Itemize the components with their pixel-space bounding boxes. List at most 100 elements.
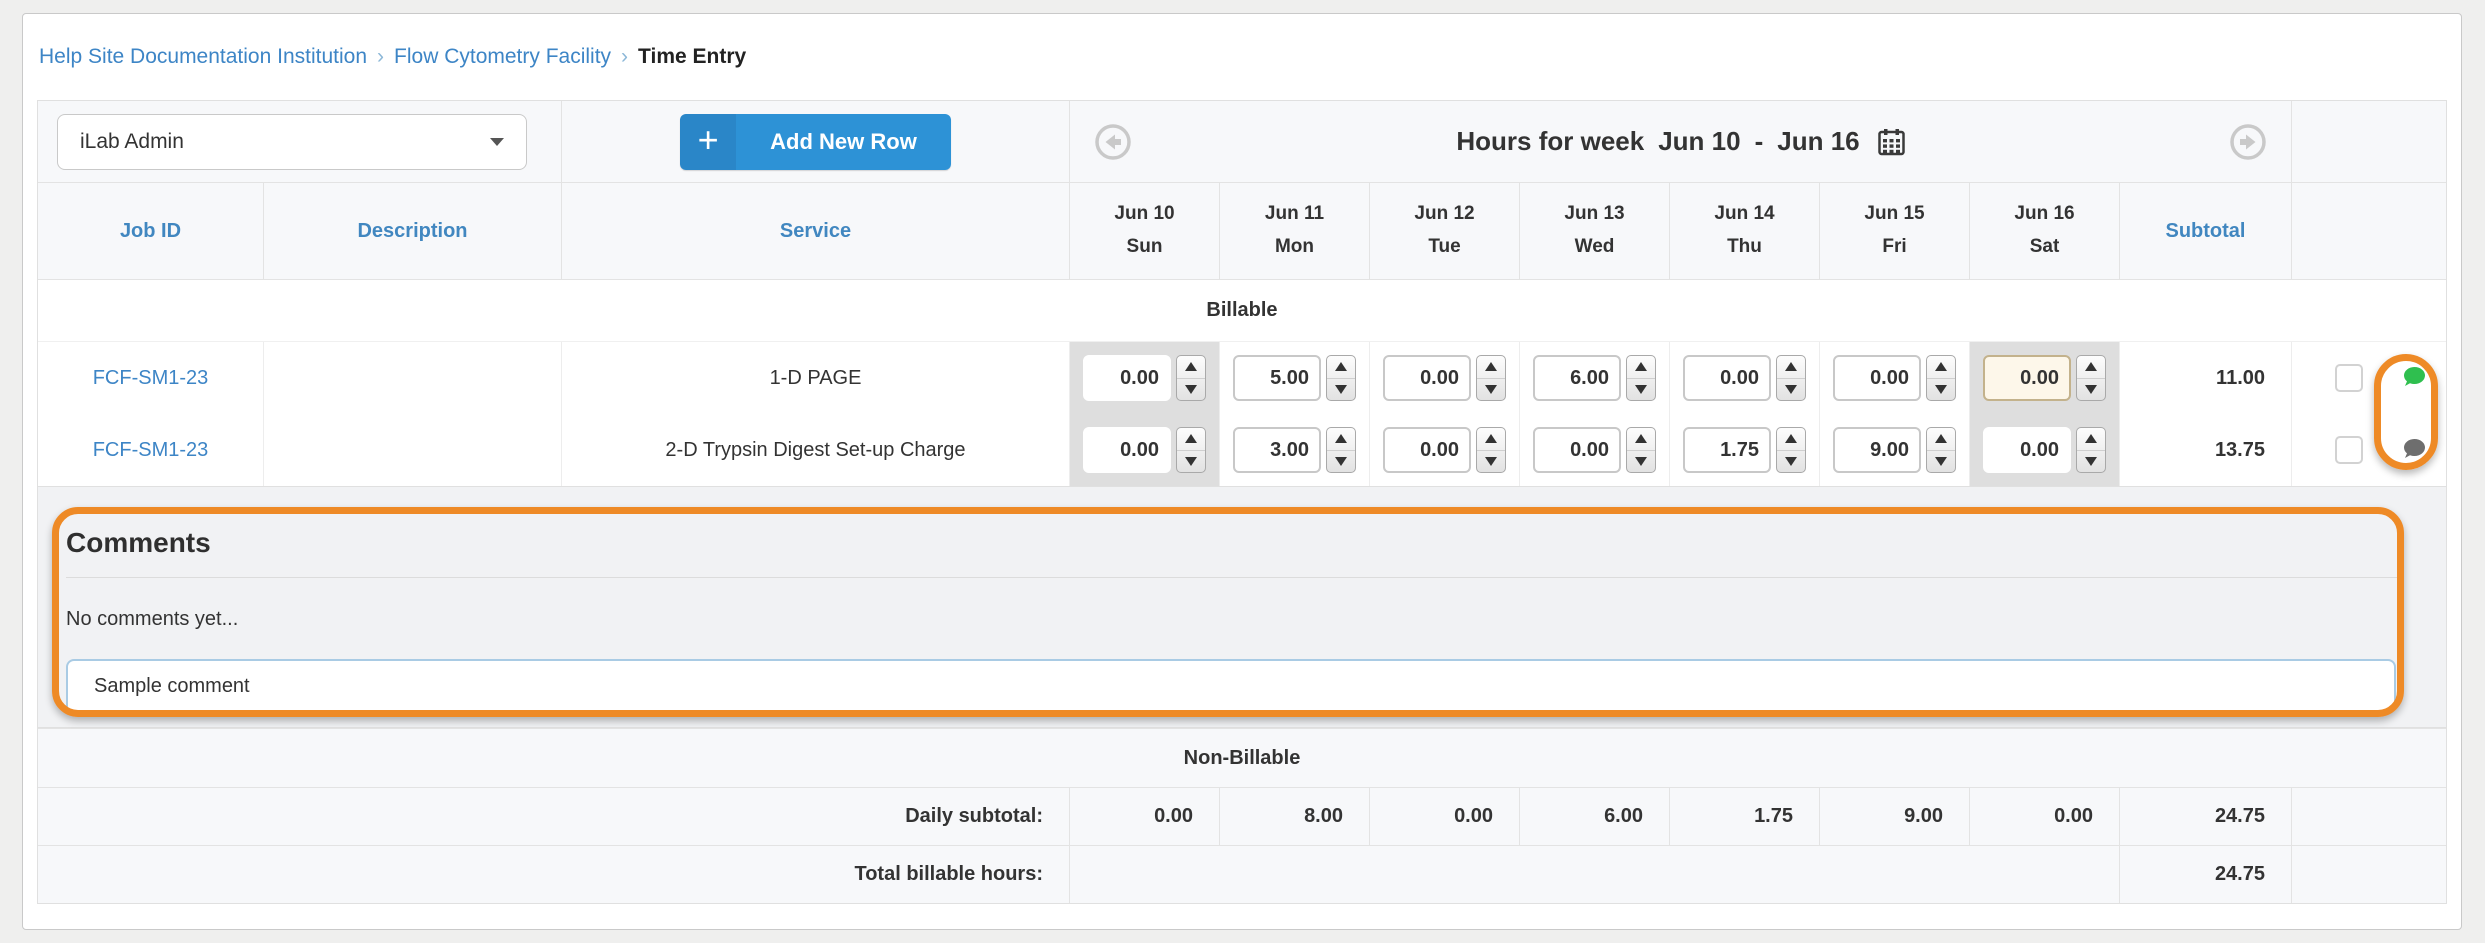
hours-input[interactable] <box>1683 427 1771 473</box>
hours-input[interactable] <box>1383 355 1471 401</box>
comments-panel: Comments No comments yet... <box>38 487 2446 728</box>
hours-input[interactable] <box>1683 355 1771 401</box>
stepper-up-icon[interactable] <box>1777 356 1805 379</box>
week-start-date: Jun 10 <box>1658 126 1740 157</box>
hours-stepper <box>1926 427 1956 473</box>
stepper-down-icon[interactable] <box>1177 379 1205 401</box>
column-header-subtotal[interactable]: Subtotal <box>2166 220 2246 243</box>
hours-input[interactable] <box>1383 427 1471 473</box>
daily-subtotal-value: 0.00 <box>1970 788 2120 845</box>
stepper-up-icon[interactable] <box>1777 428 1805 451</box>
column-header-service[interactable]: Service <box>780 220 851 243</box>
next-week-icon[interactable] <box>2229 123 2267 161</box>
job-id-link[interactable]: FCF-SM1-23 <box>93 367 209 390</box>
service-cell: 2-D Trypsin Digest Set-up Charge <box>665 439 965 462</box>
stepper-down-icon[interactable] <box>1927 451 1955 473</box>
hours-input[interactable] <box>1083 355 1171 401</box>
stepper-up-icon[interactable] <box>1927 356 1955 379</box>
column-header-actions <box>2292 183 2448 279</box>
stepper-up-icon[interactable] <box>2077 356 2105 379</box>
calendar-icon[interactable] <box>1878 128 1905 156</box>
previous-week-icon[interactable] <box>1094 123 1132 161</box>
hours-stepper <box>2076 355 2106 401</box>
total-billable-row: Total billable hours: 24.75 <box>38 846 2446 903</box>
column-header-day: Jun 15Fri <box>1820 183 1970 279</box>
green-comment-bubble-icon[interactable] <box>2401 365 2427 391</box>
hours-stepper <box>1926 355 1956 401</box>
comment-input[interactable] <box>66 659 2396 714</box>
stepper-down-icon[interactable] <box>1627 451 1655 473</box>
gray-comment-bubble-icon[interactable] <box>2401 437 2427 463</box>
breadcrumb-institution-link[interactable]: Help Site Documentation Institution <box>39 45 367 69</box>
stepper-up-icon[interactable] <box>1477 356 1505 379</box>
daily-subtotal-end-cell <box>2292 788 2448 845</box>
hours-input[interactable] <box>1983 427 2071 473</box>
row-subtotal: 13.75 <box>2120 414 2292 486</box>
user-role-select-value: iLab Admin <box>80 130 184 154</box>
hours-input[interactable] <box>1233 427 1321 473</box>
stepper-up-icon[interactable] <box>1177 356 1205 379</box>
stepper-down-icon[interactable] <box>1627 379 1655 401</box>
hours-stepper <box>1176 427 1206 473</box>
add-new-row-button[interactable]: + Add New Row <box>680 114 951 170</box>
stepper-up-icon[interactable] <box>1177 428 1205 451</box>
chevron-down-icon <box>490 138 504 146</box>
stepper-down-icon[interactable] <box>1477 451 1505 473</box>
daily-subtotal-label: Daily subtotal: <box>38 788 1070 845</box>
hours-cell <box>1520 342 1670 414</box>
column-header-description[interactable]: Description <box>357 220 467 243</box>
hours-input[interactable] <box>1833 427 1921 473</box>
stepper-down-icon[interactable] <box>1927 379 1955 401</box>
table-row: FCF-SM1-23 1-D PAGE <box>38 342 2446 414</box>
hours-input[interactable] <box>1983 355 2071 401</box>
stepper-down-icon[interactable] <box>1327 451 1355 473</box>
stepper-down-icon[interactable] <box>2077 451 2105 473</box>
stepper-down-icon[interactable] <box>1777 379 1805 401</box>
hours-cell <box>1070 414 1220 486</box>
stepper-up-icon[interactable] <box>1627 356 1655 379</box>
user-role-select[interactable]: iLab Admin <box>57 114 527 170</box>
total-billable-value: 24.75 <box>2120 846 2292 903</box>
toolbar: iLab Admin + Add New Row Hours for week … <box>38 101 2446 183</box>
hours-input[interactable] <box>1833 355 1921 401</box>
stepper-up-icon[interactable] <box>1477 428 1505 451</box>
breadcrumb-facility-link[interactable]: Flow Cytometry Facility <box>394 45 611 69</box>
stepper-up-icon[interactable] <box>1927 428 1955 451</box>
breadcrumb: Help Site Documentation Institution › Fl… <box>23 14 2461 100</box>
stepper-up-icon[interactable] <box>1627 428 1655 451</box>
total-billable-spacer <box>1070 846 2120 903</box>
stepper-up-icon[interactable] <box>1327 356 1355 379</box>
time-entry-table: iLab Admin + Add New Row Hours for week … <box>37 100 2447 904</box>
daily-subtotal-value: 0.00 <box>1370 788 1520 845</box>
row-checkbox[interactable] <box>2335 436 2363 464</box>
hours-input[interactable] <box>1533 355 1621 401</box>
stepper-down-icon[interactable] <box>1177 451 1205 473</box>
stepper-down-icon[interactable] <box>1777 451 1805 473</box>
stepper-down-icon[interactable] <box>1327 379 1355 401</box>
stepper-up-icon[interactable] <box>2077 428 2105 451</box>
job-id-link[interactable]: FCF-SM1-23 <box>93 439 209 462</box>
hours-cell <box>1820 342 1970 414</box>
hours-input[interactable] <box>1083 427 1171 473</box>
daily-subtotal-row: Daily subtotal: 0.00 8.00 0.00 6.00 1.75… <box>38 788 2446 846</box>
page-title: Time Entry <box>638 45 746 69</box>
row-checkbox[interactable] <box>2335 364 2363 392</box>
stepper-down-icon[interactable] <box>2077 379 2105 401</box>
description-cell <box>264 414 562 486</box>
total-billable-label: Total billable hours: <box>38 846 1070 903</box>
stepper-up-icon[interactable] <box>1327 428 1355 451</box>
hours-cell <box>1820 414 1970 486</box>
hours-input[interactable] <box>1533 427 1621 473</box>
stepper-down-icon[interactable] <box>1477 379 1505 401</box>
column-header-day: Jun 16Sat <box>1970 183 2120 279</box>
row-subtotal: 11.00 <box>2120 342 2292 414</box>
toolbar-add-cell: + Add New Row <box>562 101 1070 182</box>
column-header-job-id[interactable]: Job ID <box>120 220 181 243</box>
hours-stepper <box>1626 427 1656 473</box>
hours-input[interactable] <box>1233 355 1321 401</box>
hours-cell <box>1220 414 1370 486</box>
comments-title: Comments <box>66 527 2402 559</box>
hours-stepper <box>1476 355 1506 401</box>
non-billable-section-label: Non-Billable <box>38 728 2446 788</box>
hours-stepper <box>1476 427 1506 473</box>
